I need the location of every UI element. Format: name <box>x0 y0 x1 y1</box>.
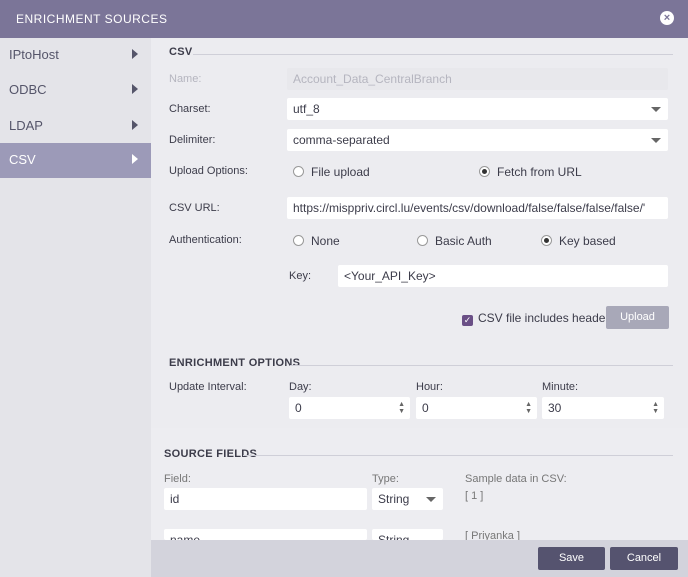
csv-url-label: CSV URL: <box>169 202 220 214</box>
radio-checked-icon <box>541 235 552 246</box>
sidebar: IPtoHost ODBC LDAP CSV <box>0 38 151 577</box>
radio-auth-basic[interactable]: Basic Auth <box>417 234 492 248</box>
checkbox-checked-icon: ✓ <box>462 315 473 326</box>
field-input[interactable]: name <box>164 529 367 540</box>
sample-label: Sample data in CSV: <box>465 473 567 485</box>
radio-icon <box>293 166 304 177</box>
chevron-right-icon <box>132 84 138 94</box>
chevron-right-icon <box>132 120 138 130</box>
field-label: Field: <box>164 473 191 485</box>
radio-label: Fetch from URL <box>497 165 582 179</box>
divider <box>290 365 673 366</box>
delimiter-label: Delimiter: <box>169 134 216 146</box>
key-label: Key: <box>289 270 312 282</box>
stepper-arrows-icon[interactable]: ▲ ▼ <box>398 401 405 415</box>
hour-stepper[interactable]: 0 ▲ ▼ <box>416 397 537 419</box>
radio-file-upload[interactable]: File upload <box>293 165 370 179</box>
charset-value: utf_8 <box>293 102 320 116</box>
radio-label: File upload <box>311 165 370 179</box>
day-value: 0 <box>295 401 302 415</box>
type-value: String <box>378 492 410 506</box>
chevron-down-icon <box>651 107 661 112</box>
sidebar-item-csv[interactable]: CSV <box>0 143 151 178</box>
charset-select[interactable]: utf_8 <box>287 98 668 120</box>
csv-url-input[interactable]: https://misppriv.circl.lu/events/csv/dow… <box>287 197 668 219</box>
dialog-footer: Save Cancel <box>151 540 688 577</box>
radio-checked-icon <box>479 166 490 177</box>
upload-options-label: Upload Options: <box>169 165 248 177</box>
section-title-source-fields: SOURCE FIELDS <box>164 448 258 460</box>
stepper-arrows-icon[interactable]: ▲ ▼ <box>525 401 532 415</box>
cancel-button[interactable]: Cancel <box>610 547 678 570</box>
divider <box>193 54 673 55</box>
divider <box>243 455 673 456</box>
sidebar-item-ldap[interactable]: LDAP <box>0 109 151 144</box>
hour-value: 0 <box>422 401 429 415</box>
radio-icon <box>417 235 428 246</box>
key-input[interactable]: <Your_API_Key> <box>338 265 668 287</box>
radio-auth-key[interactable]: Key based <box>541 234 616 248</box>
stepper-arrows-icon[interactable]: ▲ ▼ <box>652 401 659 415</box>
sidebar-item-iptohost[interactable]: IPtoHost <box>0 38 151 73</box>
type-value: String <box>378 533 410 540</box>
hour-label: Hour: <box>416 381 443 393</box>
radio-icon <box>293 235 304 246</box>
sidebar-item-label: ODBC <box>9 82 47 97</box>
radio-auth-none[interactable]: None <box>293 234 340 248</box>
chevron-down-icon <box>426 497 436 502</box>
chevron-right-icon <box>132 154 138 164</box>
sidebar-item-odbc[interactable]: ODBC <box>0 73 151 108</box>
radio-fetch-url[interactable]: Fetch from URL <box>479 165 582 179</box>
update-interval-label: Update Interval: <box>169 381 247 393</box>
header-checkbox[interactable]: ✓ CSV file includes header <box>462 311 609 326</box>
name-input: Account_Data_CentralBranch <box>287 68 668 90</box>
section-title-csv: CSV <box>169 46 193 58</box>
save-button[interactable]: Save <box>538 547 605 570</box>
sample-value: [ 1 ] <box>465 490 484 502</box>
sidebar-item-label: LDAP <box>9 118 43 133</box>
type-select[interactable]: String <box>372 488 443 510</box>
source-fields-panel <box>151 428 688 540</box>
section-title-enrichment: ENRICHMENT OPTIONS <box>169 357 301 369</box>
day-stepper[interactable]: 0 ▲ ▼ <box>289 397 410 419</box>
checkbox-label: CSV file includes header <box>478 311 610 325</box>
authentication-label: Authentication: <box>169 234 242 246</box>
radio-label: Basic Auth <box>435 234 492 248</box>
minute-label: Minute: <box>542 381 579 393</box>
field-input[interactable]: id <box>164 488 367 510</box>
delimiter-select[interactable]: comma-separated <box>287 129 668 151</box>
radio-label: Key based <box>559 234 616 248</box>
type-label: Type: <box>372 473 399 485</box>
charset-label: Charset: <box>169 103 211 115</box>
minute-stepper[interactable]: 30 ▲ ▼ <box>542 397 664 419</box>
day-label: Day: <box>289 381 312 393</box>
sidebar-item-label: CSV <box>9 152 36 167</box>
delimiter-value: comma-separated <box>293 133 390 147</box>
chevron-down-icon <box>651 138 661 143</box>
close-icon[interactable]: × <box>660 11 674 25</box>
radio-label: None <box>311 234 340 248</box>
minute-value: 30 <box>548 401 562 415</box>
dialog-title: ENRICHMENT SOURCES <box>16 12 168 26</box>
dialog-header: ENRICHMENT SOURCES × <box>0 0 688 38</box>
name-label: Name: <box>169 73 202 85</box>
type-select[interactable]: String <box>372 529 443 540</box>
upload-button[interactable]: Upload <box>606 306 669 329</box>
chevron-right-icon <box>132 49 138 59</box>
sidebar-item-label: IPtoHost <box>9 47 59 62</box>
